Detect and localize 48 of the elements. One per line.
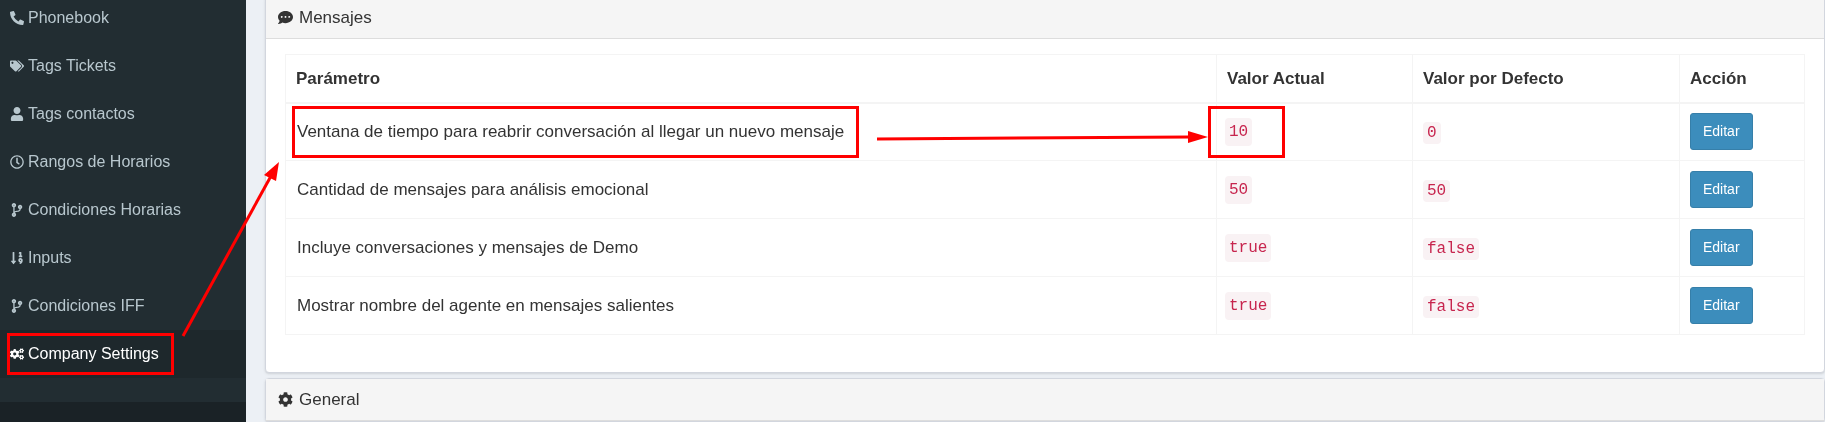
item-label: Phonebook	[28, 8, 109, 28]
clock-icon	[10, 155, 24, 169]
edit-button[interactable]: Editar	[1690, 287, 1753, 324]
item-label: Condiciones IFF	[28, 296, 145, 316]
panel-title: Mensajes	[299, 6, 372, 29]
code-value: false	[1423, 295, 1479, 318]
chat-icon	[278, 10, 293, 25]
sidebar-item[interactable]: Inputs	[0, 234, 246, 282]
item-label: Tags contactos	[28, 104, 135, 124]
parameter-text: Ventana de tiempo para reabrir conversación al llegar un nuevo mensaje	[292, 106, 860, 158]
code-value: false	[1423, 237, 1479, 260]
column-header: Valor por Defecto	[1412, 54, 1680, 103]
column-header: Valor Actual	[1216, 54, 1413, 103]
sidebar-item[interactable]: Rangos de Horarios	[0, 138, 246, 186]
column-header: Acción	[1679, 54, 1805, 103]
phone-icon	[10, 11, 24, 25]
code-value: true	[1225, 233, 1272, 262]
code-value: true	[1225, 291, 1272, 320]
item-label: Rangos de Horarios	[28, 152, 171, 172]
sidebar-item[interactable]: Tags Tickets	[0, 42, 246, 90]
branch-icon	[10, 203, 24, 217]
item-label: Condiciones Horarias	[28, 200, 181, 220]
code-value: 10	[1225, 117, 1253, 146]
parameter-text: Mostrar nombre del agente en mensajes salientes	[296, 294, 676, 317]
sort-numeric-icon	[10, 251, 24, 265]
column-header: Parámetro	[285, 54, 1217, 103]
panel-title: General	[299, 388, 360, 411]
sidebar-item[interactable]: Company Settings	[0, 330, 246, 378]
edit-button[interactable]: Editar	[1690, 113, 1753, 151]
code-value: 50	[1225, 175, 1253, 204]
gears-icon	[10, 347, 24, 361]
sidebar-item[interactable]: Tags contactos	[0, 90, 246, 138]
item-label: Inputs	[28, 248, 72, 268]
parameter-text: Cantidad de mensajes para análisis emocional	[296, 178, 650, 201]
item-label: Company Settings	[28, 344, 159, 364]
tag-icon	[10, 59, 24, 73]
sidebar-item[interactable]: Condiciones Horarias	[0, 186, 246, 234]
sidebar-item[interactable]: Condiciones IFF	[0, 282, 246, 330]
parameter-text: Incluye conversaciones y mensajes de Demo	[296, 236, 640, 259]
item-label: Tags Tickets	[28, 56, 117, 76]
code-value: 0	[1423, 121, 1441, 144]
edit-button[interactable]: Editar	[1690, 171, 1753, 208]
branch-icon	[10, 299, 24, 313]
edit-button[interactable]: Editar	[1690, 229, 1753, 266]
sidebar-item[interactable]: Phonebook	[0, 0, 246, 42]
code-value: 50	[1423, 179, 1451, 202]
user-icon	[10, 107, 24, 121]
gear-icon	[278, 392, 293, 407]
